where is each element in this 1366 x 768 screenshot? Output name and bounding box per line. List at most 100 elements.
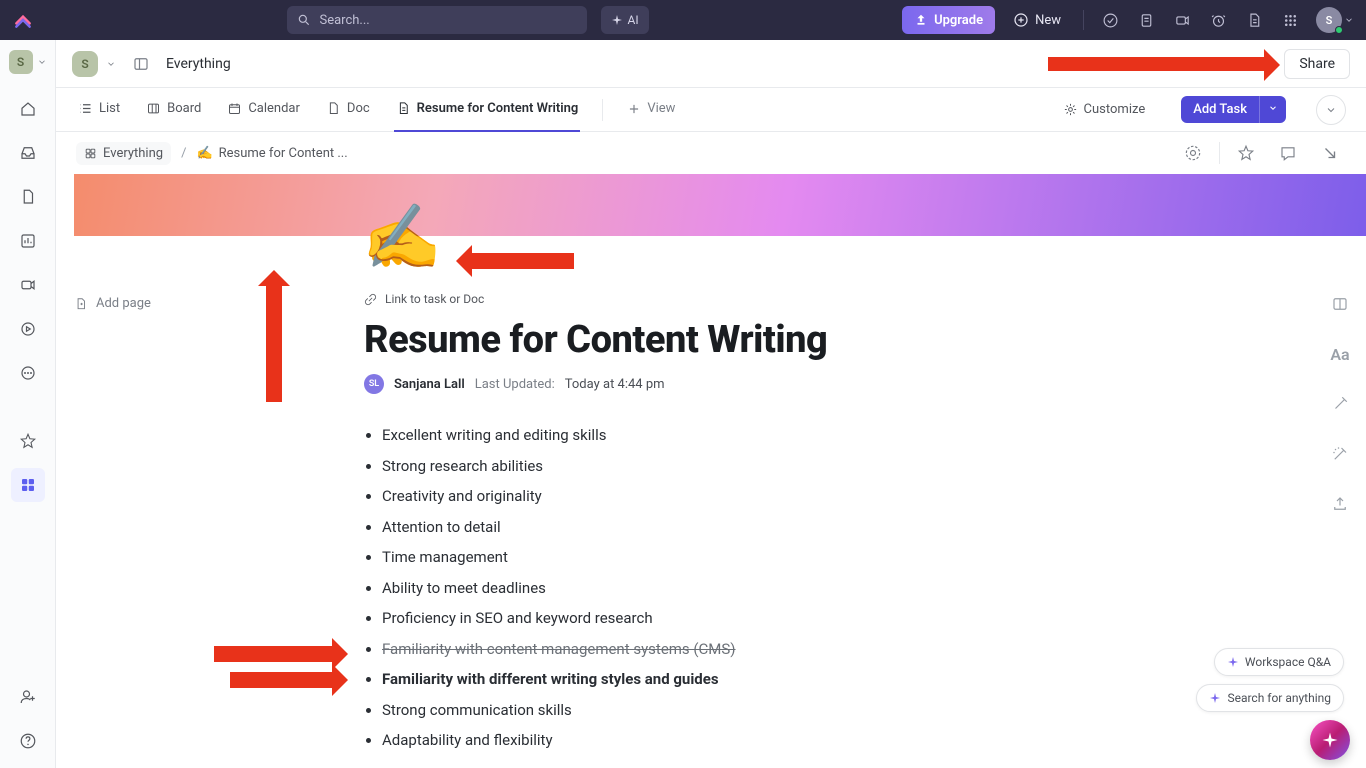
presence-dot — [1335, 26, 1343, 34]
tab-resume-doc[interactable]: Resume for Content Writing — [394, 88, 581, 132]
workspace-qa-chip[interactable]: Workspace Q&A — [1214, 648, 1344, 676]
open-external-icon[interactable] — [1314, 137, 1346, 169]
location-header: S Everything Share — [56, 40, 1366, 88]
list-item[interactable]: Strong research abilities — [382, 455, 1144, 478]
comments-icon[interactable] — [1272, 137, 1304, 169]
doc-icon — [396, 101, 411, 116]
home-icon[interactable] — [11, 92, 45, 126]
list-item[interactable]: Time management — [382, 546, 1144, 569]
alarm-icon[interactable] — [1204, 6, 1232, 34]
typography-icon[interactable]: Aa — [1328, 342, 1352, 366]
sparkle-icon — [1321, 731, 1339, 749]
apps-grid-icon[interactable] — [1276, 6, 1304, 34]
chevron-down-icon — [1325, 104, 1337, 116]
chevron-down-icon — [1344, 15, 1354, 25]
grid-icon — [84, 147, 97, 160]
timesheets-icon[interactable] — [11, 312, 45, 346]
cover-image[interactable] — [74, 174, 1366, 236]
page-emoji[interactable]: ✍️ — [362, 200, 442, 275]
location-title[interactable]: Everything — [166, 56, 231, 72]
doc-icon — [326, 101, 341, 116]
breadcrumb-doc[interactable]: ✍️ Resume for Content ... — [196, 146, 347, 161]
app-logo[interactable] — [12, 9, 34, 31]
list-item[interactable]: Adaptability and flexibility — [382, 729, 1144, 752]
add-task-dropdown[interactable] — [1259, 96, 1286, 123]
avatar: S — [1316, 7, 1342, 33]
layout-icon[interactable] — [1328, 292, 1352, 316]
video-icon[interactable] — [1168, 6, 1196, 34]
add-task-button[interactable]: Add Task — [1181, 96, 1259, 123]
sparkle-icon — [1227, 656, 1239, 668]
search-icon — [297, 13, 311, 27]
ai-wand-icon[interactable] — [1328, 392, 1352, 416]
spaces-icon[interactable] — [11, 468, 45, 502]
plus-circle-icon — [1013, 12, 1029, 28]
check-circle-icon[interactable] — [1096, 6, 1124, 34]
list-item[interactable]: Ability to meet deadlines — [382, 577, 1144, 600]
doc-icon[interactable] — [1240, 6, 1268, 34]
search-anything-chip[interactable]: Search for anything — [1196, 684, 1344, 712]
list-item[interactable]: Familiarity with different writing style… — [382, 668, 1144, 691]
list-item[interactable]: Familiarity with content management syst… — [382, 638, 1144, 661]
breadcrumb: Everything / ✍️ Resume for Content ... — [56, 132, 1366, 174]
plus-icon — [627, 102, 641, 116]
board-icon — [146, 101, 161, 116]
sidebar-toggle-icon[interactable] — [130, 53, 152, 75]
magic-wand-icon[interactable] — [1328, 442, 1352, 466]
list-item[interactable]: Proficiency in SEO and keyword research — [382, 607, 1144, 630]
notepad-icon[interactable] — [1132, 6, 1160, 34]
search-placeholder: Search... — [319, 13, 577, 28]
workspace-chip[interactable]: S — [72, 51, 116, 77]
docs-icon[interactable] — [11, 180, 45, 214]
more-icon[interactable] — [11, 356, 45, 390]
byline: SL Sanjana Lall Last Updated: Today at 4… — [364, 374, 1144, 394]
global-search[interactable]: Search... — [287, 6, 587, 34]
main-area: S Everything Share List Board Calendar — [56, 40, 1366, 768]
gear-icon — [1063, 102, 1078, 117]
export-icon[interactable] — [1328, 492, 1352, 516]
list-item[interactable]: Strong communication skills — [382, 699, 1144, 722]
customize-button[interactable]: Customize — [1063, 102, 1146, 117]
add-page-button[interactable]: Add page — [74, 296, 266, 311]
view-tabs: List Board Calendar Doc Resume for Conte… — [56, 88, 1366, 132]
clips-icon[interactable] — [11, 268, 45, 302]
add-page-icon — [74, 297, 88, 311]
list-item[interactable]: Attention to detail — [382, 516, 1144, 539]
link-icon — [364, 293, 377, 306]
link-to-task[interactable]: Link to task or Doc — [364, 292, 1144, 306]
help-icon[interactable] — [11, 724, 45, 758]
workspace-switcher[interactable]: S — [9, 50, 47, 74]
breadcrumb-root[interactable]: Everything — [76, 142, 171, 165]
calendar-icon — [227, 101, 242, 116]
invite-icon[interactable] — [11, 680, 45, 714]
ai-button[interactable]: AI — [601, 6, 648, 34]
chevron-down-icon — [1268, 103, 1278, 113]
inbox-icon[interactable] — [11, 136, 45, 170]
tab-list[interactable]: List — [76, 88, 122, 132]
share-button[interactable]: Share — [1284, 49, 1350, 79]
focus-mode-icon[interactable] — [1177, 137, 1209, 169]
workspace-badge: S — [9, 50, 33, 74]
left-rail: S — [0, 40, 56, 768]
document-area: ✍️ Add page Link to task or Doc Resu — [56, 174, 1366, 768]
author-avatar[interactable]: SL — [364, 374, 384, 394]
more-options[interactable] — [1316, 95, 1346, 125]
user-menu[interactable]: S — [1312, 7, 1354, 33]
add-view-button[interactable]: View — [625, 88, 677, 132]
topbar: Search... AI Upgrade New S — [0, 0, 1366, 40]
bullet-list[interactable]: Excellent writing and editing skills Str… — [364, 424, 1144, 752]
page-title[interactable]: Resume for Content Writing — [364, 318, 1144, 362]
ai-fab[interactable] — [1310, 720, 1350, 760]
author-name[interactable]: Sanjana Lall — [394, 377, 465, 392]
dashboards-icon[interactable] — [11, 224, 45, 258]
tab-board[interactable]: Board — [144, 88, 203, 132]
list-item[interactable]: Excellent writing and editing skills — [382, 424, 1144, 447]
tab-calendar[interactable]: Calendar — [225, 88, 302, 132]
upgrade-button[interactable]: Upgrade — [902, 6, 995, 34]
upgrade-icon — [914, 13, 928, 27]
favorites-icon[interactable] — [11, 424, 45, 458]
list-item[interactable]: Creativity and originality — [382, 485, 1144, 508]
favorite-star-icon[interactable] — [1230, 137, 1262, 169]
tab-doc[interactable]: Doc — [324, 88, 372, 132]
new-button[interactable]: New — [1003, 6, 1071, 34]
